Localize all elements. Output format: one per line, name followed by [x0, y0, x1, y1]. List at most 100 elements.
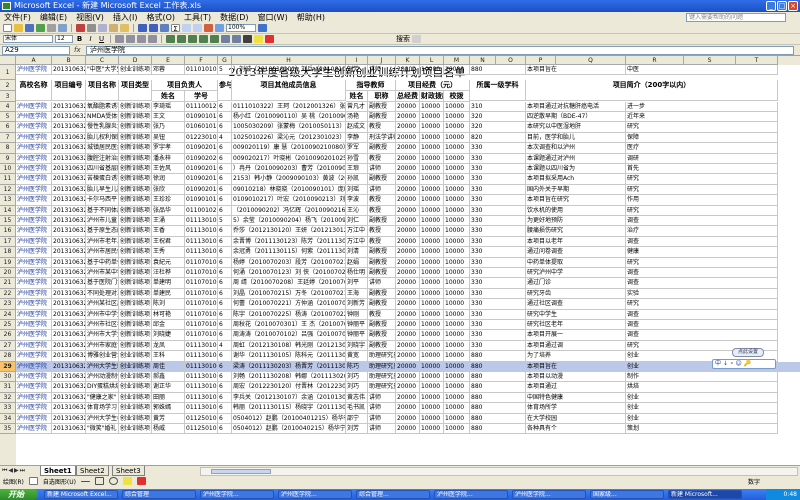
data-cell[interactable]: 中医 [626, 65, 778, 76]
align-left-icon[interactable] [115, 35, 124, 43]
data-cell[interactable]: 0109010217）叶宏（2010090213）刘 涵（ [232, 195, 346, 206]
data-cell[interactable]: 20000 [396, 372, 420, 383]
data-cell[interactable]: 0109020101 [185, 184, 218, 196]
menu-window[interactable]: 窗口(W) [258, 12, 288, 23]
data-cell[interactable]: 讲师 [368, 403, 396, 414]
data-cell[interactable]: 医疗 [626, 143, 778, 154]
data-cell[interactable]: 创新训练项目 [119, 320, 152, 331]
row-header-7[interactable]: 7 [0, 132, 16, 144]
data-cell[interactable]: 助理研究员 [368, 361, 396, 372]
header-leader-name[interactable]: 姓名 [152, 91, 185, 102]
data-cell[interactable]: 10000 [420, 174, 444, 185]
data-cell[interactable]: 10000 [420, 184, 444, 196]
data-cell[interactable]: 6 [218, 112, 232, 123]
data-cell[interactable]: 创新训练项目 [119, 153, 152, 164]
data-cell[interactable]: 毛书凯 [346, 403, 368, 414]
data-cell[interactable]: 10000 [444, 226, 470, 237]
data-cell[interactable]: 20000 [396, 205, 420, 216]
data-cell[interactable]: 0110701032 [185, 330, 218, 341]
taskbar-item[interactable]: 新建 Microsoft Excel... [44, 490, 118, 499]
data-cell[interactable]: 教授 [368, 205, 396, 216]
data-cell[interactable]: 李兵关（2012130107）余涵（2010130114） [232, 392, 346, 404]
data-cell[interactable]: 泸州医学院 [16, 257, 52, 268]
data-cell[interactable]: 330 [470, 236, 526, 248]
data-cell[interactable]: 880 [470, 372, 526, 383]
data-cell[interactable]: 20000 [396, 424, 420, 435]
data-cell[interactable]: 泸州市中学生 [86, 309, 119, 320]
data-cell[interactable]: 创新训练项目 [119, 174, 152, 185]
data-cell[interactable]: 0111301009 [185, 361, 218, 372]
data-cell[interactable]: 6 [218, 184, 232, 196]
font-select[interactable]: 宋体 [3, 35, 53, 43]
data-cell[interactable]: 0111301012 [185, 382, 218, 393]
data-cell[interactable]: 201310632024 [52, 340, 86, 352]
menu-edit[interactable]: 编辑(E) [40, 12, 67, 23]
data-cell[interactable]: 王秀 [152, 247, 185, 258]
data-cell[interactable]: 王科 [152, 351, 185, 362]
data-cell[interactable]: 20000 [396, 247, 420, 258]
data-cell[interactable]: 10000 [420, 392, 444, 404]
data-cell[interactable]: 在大学校园 [526, 413, 626, 424]
data-cell[interactable]: 20000 [396, 65, 420, 76]
data-cell[interactable]: 330 [470, 205, 526, 216]
data-cell[interactable]: 本课题通过对泸州 [526, 153, 626, 164]
column-header-Q[interactable]: Q [556, 56, 626, 65]
menu-data[interactable]: 数据(D) [220, 12, 248, 23]
row-header-2[interactable]: 2 [0, 80, 16, 91]
data-cell[interactable]: 10000 [444, 153, 470, 164]
data-cell[interactable]: 10000 [444, 382, 470, 393]
data-cell[interactable]: 10000 [444, 392, 470, 404]
data-cell[interactable]: 20000 [396, 195, 420, 206]
data-cell[interactable]: 0112501012 [185, 413, 218, 424]
data-cell[interactable]: 梁涛（2011130203）杨晋芳（2011130204） [232, 361, 346, 372]
data-cell[interactable]: 邵宁 [346, 413, 368, 424]
data-cell[interactable]: 调查 [626, 268, 778, 279]
data-cell[interactable]: 10000 [444, 236, 470, 248]
comma-icon[interactable] [188, 35, 197, 43]
data-cell[interactable]: 10000 [420, 340, 444, 352]
data-cell[interactable]: 本项目旨在 [526, 361, 626, 372]
data-cell[interactable]: 10000 [420, 164, 444, 175]
data-cell[interactable]: 10000 [420, 216, 444, 227]
data-cell[interactable]: 教授 [368, 153, 396, 164]
data-cell[interactable]: 创新训练项目 [119, 257, 152, 268]
data-cell[interactable]: 慢性乳腺炎大 [86, 122, 119, 133]
row-header-21[interactable]: 21 [0, 278, 16, 289]
data-cell[interactable]: 20000 [396, 174, 420, 185]
data-cell[interactable]: 孙雪 [346, 153, 368, 164]
data-cell[interactable]: 研究中学生 [526, 309, 626, 320]
data-cell[interactable]: 330 [470, 330, 526, 341]
chart-wizard-icon[interactable] [204, 24, 213, 32]
header-name[interactable]: 项目名称 [86, 80, 119, 101]
data-cell[interactable]: 泸州动漫制作 [86, 372, 119, 383]
data-cell[interactable]: 10000 [420, 268, 444, 279]
column-header-T[interactable]: T [736, 56, 778, 65]
data-cell[interactable]: 邓蓉 [152, 65, 185, 76]
data-cell[interactable]: 泸州医学院 [16, 102, 52, 113]
data-cell[interactable]: 201310632023 [52, 330, 86, 341]
data-cell[interactable]: 20000 [396, 184, 420, 196]
permission-icon[interactable] [36, 24, 45, 32]
data-cell[interactable]: 10000 [444, 340, 470, 352]
data-cell[interactable]: 创新训练项目 [119, 278, 152, 289]
taskbar-item[interactable]: 综合管理... [356, 490, 430, 499]
data-cell[interactable]: 20000 [396, 403, 420, 414]
data-cell[interactable]: 330 [470, 226, 526, 237]
data-cell[interactable]: NMDA受体拮抗 [86, 112, 119, 123]
data-cell[interactable]: 0110701030 [185, 309, 218, 320]
data-cell[interactable]: 10000 [444, 174, 470, 185]
data-cell[interactable]: 周佳 [152, 361, 185, 372]
fill-color-icon[interactable] [254, 35, 263, 43]
draw-menu[interactable]: 绘图(R) [3, 477, 24, 486]
data-cell[interactable]: 10000 [420, 361, 444, 372]
data-cell[interactable]: 单建明 [152, 278, 185, 289]
data-cell[interactable]: 本项目以动漫 [526, 372, 626, 383]
data-cell[interactable]: 研究泸州中学 [526, 268, 626, 279]
data-cell[interactable]: 10000 [444, 164, 470, 175]
data-cell[interactable]: 首先 [626, 164, 778, 175]
data-cell[interactable]: 330 [470, 195, 526, 206]
data-cell[interactable]: 10000 [444, 247, 470, 258]
data-cell[interactable]: 王珍珍 [152, 195, 185, 206]
header-code[interactable]: 项目编号 [52, 80, 86, 101]
data-cell[interactable]: 泸州医学院 [16, 164, 52, 175]
